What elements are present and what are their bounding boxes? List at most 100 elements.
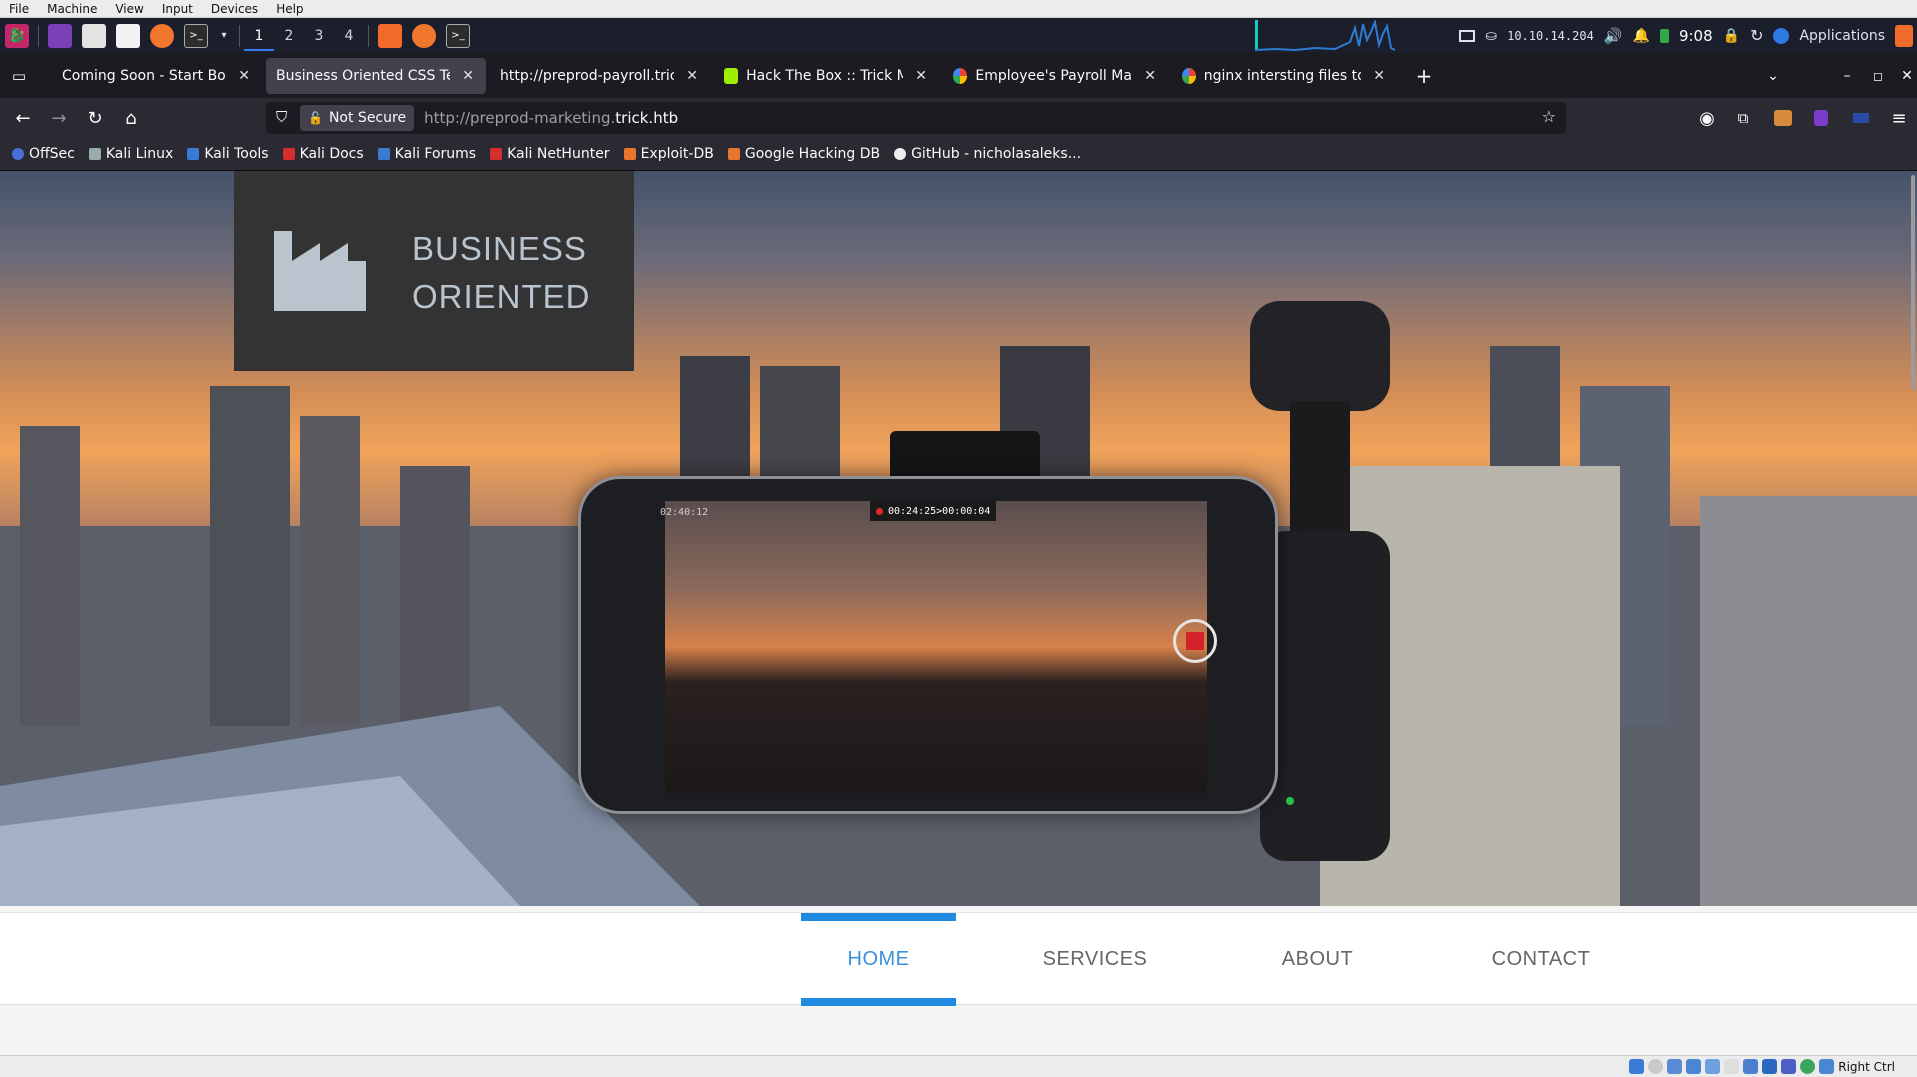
burp-extension-icon[interactable] bbox=[1768, 103, 1798, 133]
extensions-icon[interactable]: ⧉ bbox=[1728, 103, 1758, 133]
proxy-extension-icon[interactable] bbox=[1806, 103, 1836, 133]
vbox-menu-view[interactable]: View bbox=[106, 2, 152, 16]
files-icon[interactable] bbox=[82, 23, 106, 48]
workspace-1[interactable]: 1 bbox=[244, 21, 274, 51]
shield-icon[interactable]: ⛉ bbox=[276, 108, 287, 126]
workspace-3[interactable]: 3 bbox=[304, 28, 334, 44]
scrollbar-thumb[interactable] bbox=[1911, 175, 1915, 390]
tab-business-oriented[interactable]: Business Oriented CSS Temp ✕ bbox=[266, 57, 486, 94]
notification-bell-icon[interactable]: 🔔 bbox=[1633, 28, 1650, 44]
hard-disk-icon[interactable] bbox=[1629, 1059, 1645, 1074]
terminal-window-icon[interactable]: >_ bbox=[446, 23, 470, 48]
url-text[interactable]: http://preprod-marketing.trick.htb bbox=[424, 109, 678, 127]
tab-nginx-files[interactable]: nginx intersting files to ch ✕ bbox=[1172, 58, 1397, 94]
bookmark-kali-tools[interactable]: Kali Tools bbox=[187, 146, 269, 162]
vbox-menu-file[interactable]: File bbox=[0, 2, 38, 16]
nav-home[interactable]: HOME bbox=[801, 913, 956, 1006]
bookmark-kali-linux[interactable]: Kali Linux bbox=[88, 146, 173, 162]
battery-icon[interactable] bbox=[1659, 28, 1669, 43]
new-tab-button[interactable]: + bbox=[1409, 61, 1439, 91]
back-icon[interactable]: ← bbox=[8, 103, 38, 133]
tab-employee-payroll[interactable]: Employee's Payroll Mana ✕ bbox=[943, 58, 1168, 94]
bookmark-label: Kali Tools bbox=[204, 146, 269, 162]
bookmark-kali-docs[interactable]: Kali Docs bbox=[282, 146, 364, 162]
logo-text: BUSINESS ORIENTED bbox=[412, 225, 591, 321]
network-icon[interactable] bbox=[1686, 1059, 1702, 1074]
vpn-icon[interactable]: ⛀ bbox=[1485, 28, 1497, 44]
shared-folders-icon[interactable] bbox=[1724, 1059, 1740, 1074]
nav-about[interactable]: ABOUT bbox=[1250, 913, 1385, 1006]
tab-hackthebox[interactable]: Hack The Box :: Trick Mac ✕ bbox=[714, 58, 939, 94]
kali-menu-icon[interactable]: 🐉 bbox=[5, 23, 29, 48]
lock-icon[interactable]: 🔒 bbox=[1723, 28, 1740, 44]
bookmark-offsec[interactable]: OffSec bbox=[12, 146, 75, 162]
vt-x-icon[interactable] bbox=[1800, 1059, 1816, 1074]
reload-icon[interactable]: ↻ bbox=[80, 103, 110, 133]
tab-preprod-payroll[interactable]: http://preprod-payroll.trick.h ✕ bbox=[490, 58, 710, 94]
minimize-icon[interactable]: – bbox=[1832, 61, 1862, 91]
tab-title: Coming Soon - Start Boot bbox=[62, 67, 227, 84]
firefox-icon[interactable] bbox=[150, 23, 174, 48]
firefox-window-icon[interactable] bbox=[412, 23, 436, 48]
workspace-2[interactable]: 2 bbox=[274, 28, 304, 44]
tab-coming-soon[interactable]: Coming Soon - Start Boot ✕ bbox=[52, 58, 262, 94]
hero-image: BUSINESS ORIENTED 02:40:12 00:24:25>00:0… bbox=[0, 171, 1917, 906]
close-icon[interactable]: ✕ bbox=[1144, 68, 1156, 84]
cpu-icon[interactable] bbox=[1781, 1059, 1797, 1074]
close-icon[interactable]: ✕ bbox=[686, 68, 698, 84]
bookmark-github[interactable]: GitHub - nicholasaleks... bbox=[894, 146, 1081, 162]
hamburger-menu-icon[interactable]: ≡ bbox=[1884, 103, 1914, 133]
applications-menu[interactable]: Applications bbox=[1799, 28, 1885, 44]
wappalyzer-icon[interactable] bbox=[1846, 103, 1876, 133]
forward-icon[interactable]: → bbox=[44, 103, 74, 133]
bookmark-star-icon[interactable]: ☆ bbox=[1542, 107, 1556, 126]
display-icon[interactable] bbox=[1743, 1059, 1759, 1074]
bookmark-google-hacking-db[interactable]: Google Hacking DB bbox=[727, 146, 880, 162]
bookmark-exploit-db[interactable]: Exploit-DB bbox=[623, 146, 714, 162]
bookmark-kali-forums[interactable]: Kali Forums bbox=[377, 146, 476, 162]
phone-storage-indicator: 02:40:12 bbox=[660, 507, 709, 518]
recording-icon[interactable] bbox=[1762, 1059, 1778, 1074]
nav-contact[interactable]: CONTACT bbox=[1470, 913, 1612, 1006]
account-icon[interactable]: ◉ bbox=[1692, 103, 1722, 133]
site-logo[interactable]: BUSINESS ORIENTED bbox=[234, 171, 634, 371]
page-scrollbar[interactable] bbox=[1909, 171, 1917, 1055]
close-icon[interactable]: ✕ bbox=[462, 68, 474, 84]
chevron-down-icon[interactable]: ▾ bbox=[218, 24, 230, 48]
home-icon[interactable]: ⌂ bbox=[116, 103, 146, 133]
vbox-menu-machine[interactable]: Machine bbox=[38, 2, 106, 16]
volume-icon[interactable]: 🔊 bbox=[1604, 27, 1623, 45]
text-editor-icon[interactable] bbox=[116, 23, 140, 48]
audio-icon[interactable] bbox=[1667, 1059, 1683, 1074]
not-secure-label: Not Secure bbox=[328, 110, 407, 126]
not-secure-badge[interactable]: 🔓 Not Secure bbox=[300, 105, 415, 131]
vbox-menu-help[interactable]: Help bbox=[267, 2, 312, 16]
nav-services[interactable]: SERVICES bbox=[1020, 913, 1170, 1006]
url-bar[interactable]: ⛉ 🔓 Not Secure http://preprod-marketing.… bbox=[266, 102, 1566, 134]
tab-title: nginx intersting files to ch bbox=[1203, 67, 1361, 84]
clock[interactable]: 9:08 bbox=[1679, 27, 1713, 45]
close-icon[interactable]: ✕ bbox=[238, 68, 250, 84]
power-icon[interactable] bbox=[1895, 24, 1913, 47]
applications-icon[interactable] bbox=[1773, 27, 1790, 44]
burp-suite-icon[interactable] bbox=[378, 23, 402, 48]
close-window-icon[interactable]: ✕ bbox=[1892, 61, 1917, 91]
workspace-4[interactable]: 4 bbox=[334, 28, 364, 44]
terminal-launcher-icon[interactable] bbox=[48, 23, 72, 48]
refresh-icon[interactable]: ↻ bbox=[1750, 26, 1763, 45]
mouse-integration-icon[interactable] bbox=[1819, 1059, 1835, 1074]
firefox-view-icon[interactable]: ▭ bbox=[6, 61, 32, 91]
list-tabs-icon[interactable]: ⌄ bbox=[1758, 61, 1788, 91]
close-icon[interactable]: ✕ bbox=[915, 68, 927, 84]
maximize-icon[interactable]: ◻ bbox=[1863, 61, 1893, 91]
terminal-icon[interactable]: >_ bbox=[184, 23, 208, 48]
google-icon bbox=[1182, 67, 1196, 84]
screen-icon[interactable] bbox=[1459, 29, 1476, 42]
vbox-menu-devices[interactable]: Devices bbox=[202, 2, 267, 16]
close-icon[interactable]: ✕ bbox=[1373, 68, 1385, 84]
optical-drive-icon[interactable] bbox=[1648, 1059, 1664, 1074]
vbox-menu-input[interactable]: Input bbox=[153, 2, 202, 16]
usb-icon[interactable] bbox=[1705, 1059, 1721, 1074]
ghdb-icon bbox=[727, 148, 740, 160]
bookmark-kali-nethunter[interactable]: Kali NetHunter bbox=[490, 146, 610, 162]
